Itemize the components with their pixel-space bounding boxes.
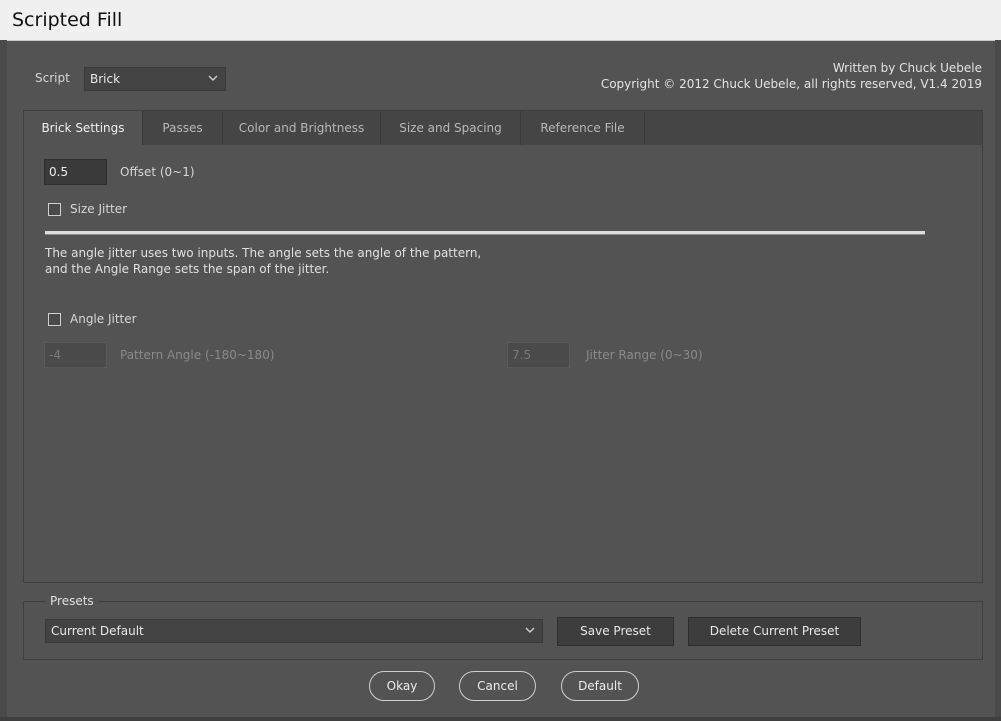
script-label: Script [35,71,70,85]
cancel-button[interactable]: Cancel [459,671,536,701]
window-titlebar: Scripted Fill [0,0,1001,41]
tab-brick-settings[interactable]: Brick Settings [24,111,143,145]
delete-preset-button[interactable]: Delete Current Preset [688,617,861,646]
preset-dropdown-value: Current Default [51,624,144,638]
size-jitter-label: Size Jitter [70,202,128,216]
pattern-angle-input[interactable] [44,342,107,368]
chevron-down-icon [525,627,535,633]
window-frame-left [0,40,7,721]
description-line-2: and the Angle Range sets the span of the… [45,262,330,276]
offset-label: Offset (0~1) [120,165,195,179]
tab-color-and-brightness[interactable]: Color and Brightness [223,111,381,145]
save-preset-button[interactable]: Save Preset [557,617,674,646]
script-dropdown[interactable]: Brick [84,67,226,91]
okay-button[interactable]: Okay [369,671,435,701]
angle-jitter-checkbox[interactable] [48,313,61,326]
presets-label: Presets [46,594,98,608]
credits-author: Written by Chuck Uebele [832,61,982,75]
preset-dropdown[interactable]: Current Default [45,619,543,643]
jitter-range-label: Jitter Range (0~30) [586,348,703,362]
section-divider [45,231,925,235]
description-line-1: The angle jitter uses two inputs. The an… [45,246,482,260]
size-jitter-checkbox[interactable] [48,203,61,216]
jitter-range-input[interactable] [507,342,570,368]
tab-passes[interactable]: Passes [143,111,223,145]
window-frame-right [995,40,1001,721]
angle-jitter-description: The angle jitter uses two inputs. The an… [45,245,481,277]
angle-jitter-label: Angle Jitter [70,312,137,326]
window-title: Scripted Fill [12,9,123,31]
pattern-angle-label: Pattern Angle (-180~180) [120,348,275,362]
credits-copyright: Copyright © 2012 Chuck Uebele, all right… [600,77,982,91]
chevron-down-icon [208,75,218,81]
settings-tab-panel: Brick Settings Passes Color and Brightne… [23,110,983,583]
offset-input[interactable] [44,159,107,185]
default-button[interactable]: Default [561,671,639,701]
credits: Written by Chuck Uebele Copyright © 2012… [601,60,982,92]
tab-reference-file[interactable]: Reference File [521,111,645,145]
tab-bar: Brick Settings Passes Color and Brightne… [24,111,982,145]
tab-size-and-spacing[interactable]: Size and Spacing [381,111,521,145]
script-dropdown-value: Brick [90,72,121,86]
window-frame-bottom [0,717,1001,721]
